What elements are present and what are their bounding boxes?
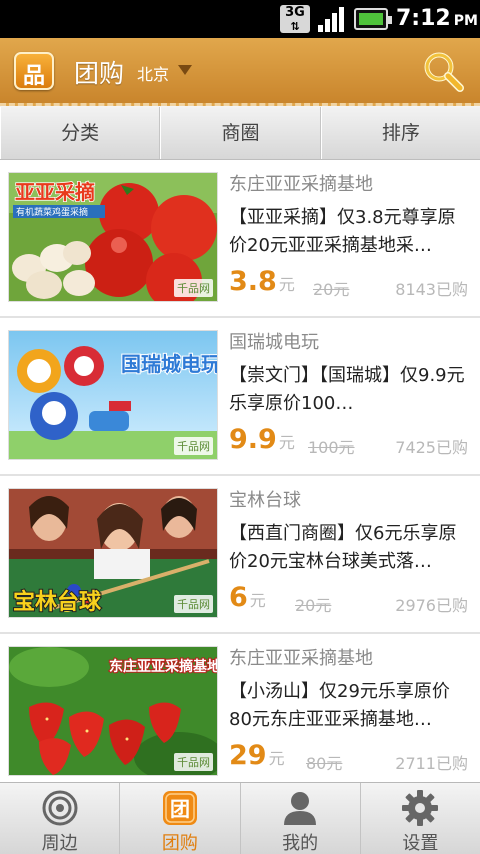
- price-currency: 元: [268, 749, 285, 768]
- clock-ampm: PM: [453, 13, 478, 29]
- merchant-name: 东庄亚亚采摘基地: [229, 174, 373, 195]
- logo-icon: 品: [22, 64, 45, 89]
- sold-count: 7425已购: [395, 438, 468, 457]
- tab-category[interactable]: 分类: [0, 107, 161, 159]
- merchant-name: 宝林台球: [229, 490, 301, 511]
- chevron-down-icon[interactable]: [178, 65, 192, 75]
- deal-image-caption: 东庄亚亚采摘基地: [109, 658, 218, 675]
- watermark: 千品网: [174, 595, 213, 613]
- nav-nearby[interactable]: 周边: [0, 783, 121, 854]
- original-price: 80元: [306, 754, 343, 773]
- price-value: 3.8: [229, 266, 277, 297]
- merchant-name: 国瑞城电玩: [229, 332, 319, 353]
- gear-icon: [402, 790, 439, 826]
- deal-item[interactable]: 国瑞城电玩 千品网 国瑞城电玩 【崇文门】【国瑞城】仅9.9元乐享原价100… …: [0, 318, 480, 476]
- original-price: 20元: [313, 280, 350, 299]
- deal-description: 【亚亚采摘】仅3.8元尊享原价20元亚亚采摘基地采…: [229, 207, 456, 256]
- page-title: 团购: [74, 59, 125, 88]
- category-logo-button[interactable]: 品: [14, 52, 54, 90]
- group-buy-icon-glyph: 团: [170, 797, 190, 821]
- deal-image-subcaption: 有机蔬菜鸡蛋采摘: [16, 206, 88, 218]
- deal-description: 【小汤山】仅29元乐享原价80元东庄亚亚采摘基地…: [229, 681, 450, 730]
- deal-item[interactable]: 亚亚采摘 有机蔬菜鸡蛋采摘 千品网 东庄亚亚采摘基地 【亚亚采摘】仅3.8元尊享…: [0, 160, 480, 318]
- search-icon[interactable]: [420, 48, 466, 94]
- sold-count: 2976已购: [395, 596, 468, 615]
- nav-label: 设置: [402, 833, 439, 854]
- watermark: 千品网: [174, 437, 213, 455]
- nav-settings[interactable]: 设置: [361, 783, 480, 854]
- deal-list: 亚亚采摘 有机蔬菜鸡蛋采摘 千品网 东庄亚亚采摘基地 【亚亚采摘】仅3.8元尊享…: [0, 160, 480, 792]
- deal-image-caption: 宝林台球: [13, 589, 102, 615]
- deal-price: 9.9 元: [229, 424, 295, 455]
- deal-description: 【崇文门】【国瑞城】仅9.9元乐享原价100…: [229, 365, 465, 414]
- deal-price: 6元: [229, 582, 266, 613]
- watermark: 千品网: [174, 753, 213, 771]
- deal-description: 【西直门商圈】仅6元乐享原价20元宝林台球美式落…: [229, 523, 457, 572]
- deal-item[interactable]: 宝林台球 千品网 宝林台球 【西直门商圈】仅6元乐享原价20元宝林台球美式落… …: [0, 476, 480, 634]
- deal-price: 3.8 元: [229, 266, 295, 297]
- network-type-label: 3G: [285, 5, 305, 20]
- group-buy-icon: 团: [162, 791, 197, 825]
- deal-image-arcade: 国瑞城电玩 千品网: [8, 330, 218, 460]
- nav-label: 团购: [161, 833, 198, 854]
- battery-icon: [354, 8, 392, 30]
- original-price: 100元: [308, 438, 355, 457]
- original-price: 20元: [295, 596, 332, 615]
- user-icon: [284, 792, 317, 825]
- price-currency: 元: [278, 275, 295, 294]
- bottom-nav: 周边 团 团购 我的 设置: [0, 782, 480, 854]
- clock: 7:12 PM: [396, 6, 478, 31]
- app-header: 品 团购 北京: [0, 38, 480, 106]
- city-selector[interactable]: 北京: [137, 61, 169, 85]
- price-value: 9.9: [229, 424, 277, 455]
- deal-image-billiards: 宝林台球 千品网: [8, 488, 218, 618]
- clock-time: 7:12: [396, 6, 451, 31]
- deal-image-caption: 国瑞城电玩: [121, 352, 218, 376]
- network-3g-icon: 3G ⇅: [280, 5, 310, 33]
- deal-price: 29 元: [229, 740, 285, 771]
- sold-count: 2711已购: [395, 754, 468, 773]
- deal-image-tomato-eggs: 亚亚采摘 有机蔬菜鸡蛋采摘 千品网: [8, 172, 218, 302]
- filter-tabs: 分类 商圈 排序: [0, 107, 480, 160]
- deal-image-strawberries: 东庄亚亚采摘基地 千品网: [8, 646, 218, 776]
- watermark: 千品网: [174, 279, 213, 297]
- nav-mine[interactable]: 我的: [241, 783, 361, 854]
- merchant-name: 东庄亚亚采摘基地: [229, 648, 373, 669]
- deal-item[interactable]: 东庄亚亚采摘基地 千品网 东庄亚亚采摘基地 【小汤山】仅29元乐享原价80元东庄…: [0, 634, 480, 792]
- nav-group-buy[interactable]: 团 团购: [120, 783, 241, 854]
- signal-icon: [318, 7, 344, 32]
- price-value: 29: [229, 740, 267, 771]
- nav-label: 周边: [41, 833, 78, 854]
- status-bar: 3G ⇅ 7:12 PM: [0, 0, 480, 38]
- tab-business-area[interactable]: 商圈: [160, 107, 321, 159]
- price-currency: 元: [249, 591, 266, 610]
- nearby-target-icon: [42, 790, 78, 826]
- nav-label: 我的: [282, 833, 319, 854]
- deal-image-caption: 亚亚采摘: [15, 180, 95, 204]
- tab-sort[interactable]: 排序: [320, 107, 480, 159]
- price-value: 6: [229, 582, 248, 613]
- sold-count: 8143已购: [395, 280, 468, 299]
- price-currency: 元: [278, 433, 295, 452]
